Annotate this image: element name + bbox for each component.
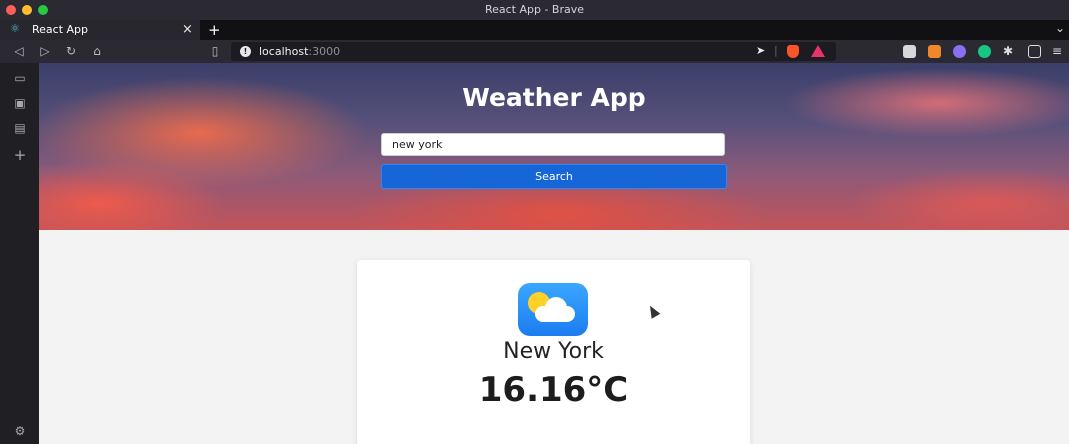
window-title: React App - Brave [484,3,585,16]
browser-sidebar: ▭ ▣ ▤ + ⚙ [0,63,39,444]
site-info-icon[interactable]: ! [240,46,251,57]
sidebar-add-icon[interactable]: + [13,148,27,163]
grammarly-extension-icon[interactable] [978,45,991,58]
search-button[interactable]: Search [381,164,727,189]
maximize-window-icon[interactable] [38,5,48,15]
partly-cloudy-icon [518,283,588,336]
close-icon[interactable]: × [182,22,193,37]
bookmark-icon[interactable]: ▯ [206,43,224,60]
hero-banner: Weather App Search [39,63,1069,230]
share-icon[interactable]: ➤ [756,44,765,57]
weather-card: New York 16.16°C [357,260,750,444]
camera-extension-icon[interactable] [903,45,916,58]
brave-rewards-icon[interactable] [811,45,825,57]
temperature-value: 16.16°C [478,370,629,410]
wallet-icon[interactable] [1028,45,1041,58]
chevron-down-icon[interactable]: ⌄ [1055,21,1065,35]
metamask-extension-icon[interactable] [928,45,941,58]
divider: | [774,44,778,57]
extensions-puzzle-icon[interactable]: ✱ [1003,45,1016,58]
reload-icon[interactable]: ↻ [62,43,80,60]
city-name: New York [503,339,604,364]
minimize-window-icon[interactable] [22,5,32,15]
close-window-icon[interactable] [6,5,16,15]
brave-shields-icon[interactable] [787,45,799,58]
back-icon[interactable]: ◁ [10,43,28,60]
navigation-toolbar: ◁ ▷ ↻ ⌂ ▯ ! localhost:3000 ➤ | ✱ ≡ [0,40,1069,63]
cloud-shape [535,306,575,322]
purple-extension-icon[interactable] [953,45,966,58]
window-title-bar: React App - Brave [0,0,1069,20]
menu-icon[interactable]: ≡ [1052,45,1065,58]
search-input[interactable] [381,133,725,156]
react-icon: ⚛ [10,22,20,35]
tab-label: React App [32,23,89,36]
sidebar-settings-icon[interactable]: ⚙ [13,424,27,438]
home-icon[interactable]: ⌂ [88,43,106,60]
page-title: Weather App [462,83,646,112]
page-viewport: Weather App Search New York 16.16°C [39,63,1069,444]
sidebar-bookmarks-icon[interactable]: ▤ [13,121,27,135]
tab-strip: ⚛ React App × + ⌄ [0,20,1069,40]
url-text[interactable]: localhost:3000 [259,44,340,59]
tab-react-app[interactable]: ⚛ React App × [0,20,200,40]
sidebar-tabs-icon[interactable]: ▭ [13,71,27,85]
new-tab-button[interactable]: + [208,21,221,39]
sidebar-wallet-icon[interactable]: ▣ [13,96,27,110]
forward-icon[interactable]: ▷ [36,43,54,60]
address-bar[interactable]: ! localhost:3000 ➤ | [231,42,836,61]
